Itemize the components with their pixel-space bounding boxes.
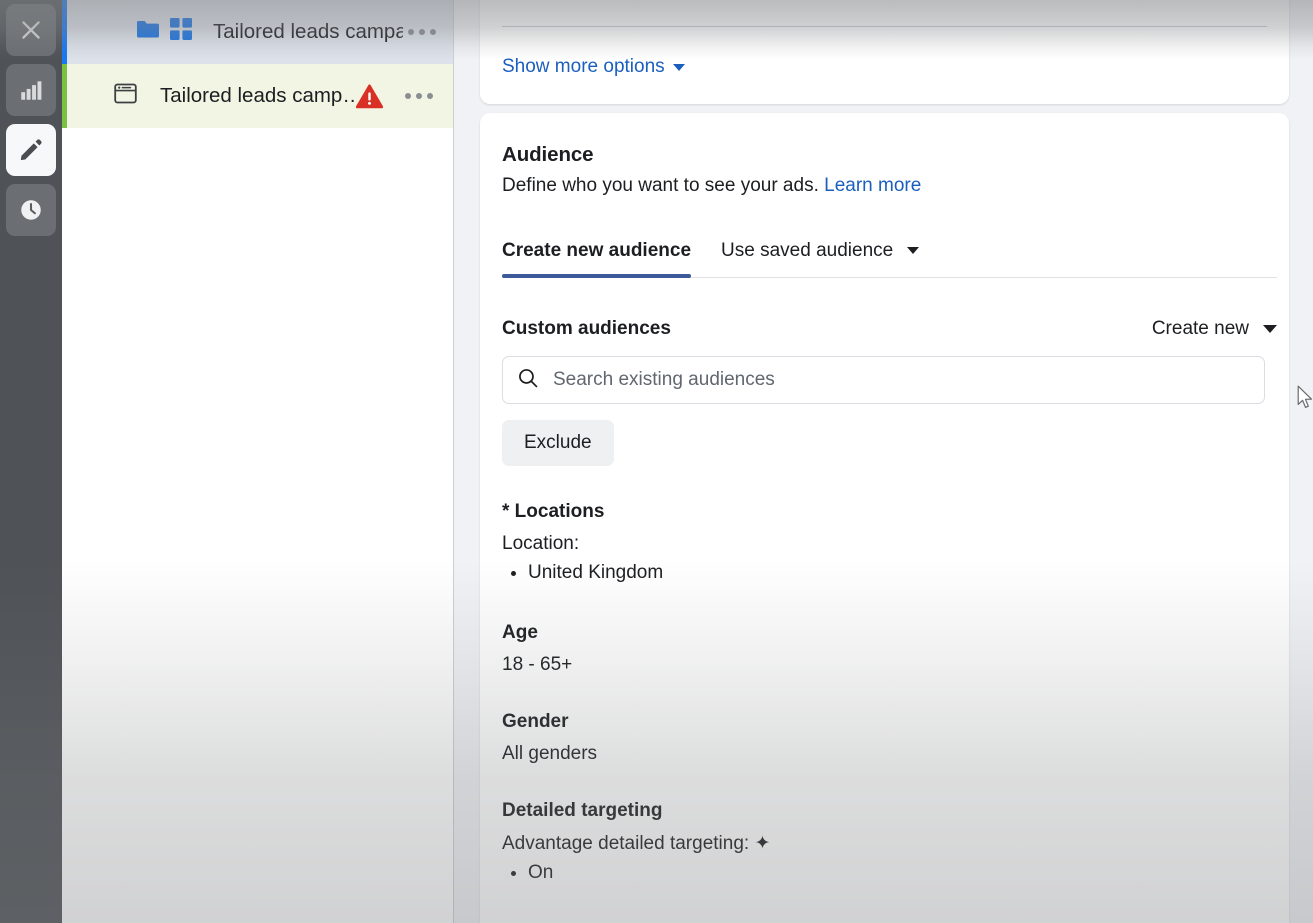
clock-icon [18,197,44,223]
locations-heading: * Locations [502,501,605,522]
grid-icon [170,18,193,46]
left-icon-rail [0,0,62,923]
gender-block: Gender All genders [502,711,1267,765]
detailed-targeting-heading: Detailed targeting [502,799,663,821]
search-audiences-placeholder: Search existing audiences [553,369,775,390]
main-content-scroll[interactable]: Show more options Audience Define who yo… [454,0,1313,923]
locations-block: * Locations Location: United Kingdom [502,501,1267,587]
tree-row-campaign[interactable]: Tailored leads campaig… [62,0,453,64]
create-new-label: Create new [1151,318,1249,339]
search-audiences-input[interactable]: Search existing audiences [502,356,1265,404]
advantage-detailed-targeting-row: Advantage detailed targeting: ✦ [502,832,1267,855]
gender-heading: Gender [502,710,569,732]
previous-section-card: Show more options [480,0,1289,104]
adset-level-stripe [62,64,67,128]
chevron-down-icon [672,63,685,71]
audience-description-text: Define who you want to see your ads. [502,175,819,196]
chevron-down-icon [1263,325,1277,333]
learn-more-link[interactable]: Learn more [824,175,921,196]
tab-create-new-audience-label: Create new audience [502,240,692,261]
bar-chart-icon [18,77,44,103]
audience-tabs: Create new audience Use saved audience [502,240,1277,278]
campaign-row-more-menu[interactable] [403,29,441,35]
reporting-button[interactable] [6,64,56,116]
exclude-button[interactable]: Exclude [502,420,614,466]
chevron-down-icon [907,247,920,255]
tab-use-saved-audience-label: Use saved audience [721,240,894,261]
list-item: On [528,859,1267,887]
locations-label: Location: [502,533,580,554]
gender-value: All genders [502,742,598,764]
tab-use-saved-audience[interactable]: Use saved audience [721,240,920,277]
age-value: 18 - 65+ [502,653,573,675]
custom-audiences-label: Custom audiences [502,318,671,339]
adset-window-icon [113,81,138,111]
close-icon [18,17,44,43]
adset-row-more-menu[interactable] [397,93,441,99]
audience-description: Define who you want to see your ads. Lea… [502,175,1267,197]
card-divider [502,26,1267,27]
list-item: United Kingdom [528,559,1267,587]
pencil-icon [18,137,44,163]
create-new-audience-button[interactable]: Create new [1152,318,1277,340]
ads-manager-screen: Tailored leads campaig… Tailored leads [0,0,1313,923]
audience-card: Audience Define who you want to see your… [480,113,1289,923]
show-more-options-label: Show more options [502,56,665,77]
campaign-level-stripe [62,0,67,64]
tree-row-adset[interactable]: Tailored leads camp… [62,64,453,128]
edit-button[interactable] [6,124,56,176]
tree-row-adset-label: Tailored leads camp… [160,84,356,107]
close-button[interactable] [6,4,56,56]
page-title: Audience [502,143,594,166]
warning-icon[interactable] [355,83,383,109]
locations-list: United Kingdom [502,559,1267,587]
age-block: Age 18 - 65+ [502,622,1267,676]
show-more-options-button[interactable]: Show more options [502,56,685,78]
age-heading: Age [502,621,538,643]
campaign-tree-sidebar: Tailored leads campaig… Tailored leads [62,0,454,923]
detailed-targeting-list: On [502,859,1267,887]
search-icon [517,367,539,394]
detailed-targeting-block: Detailed targeting Advantage detailed ta… [502,800,1267,887]
advantage-detailed-targeting-label: Advantage detailed targeting: [502,832,750,854]
tree-row-campaign-label: Tailored leads campaig… [213,20,404,43]
sparkle-icon: ✦ [754,832,771,854]
tab-create-new-audience[interactable]: Create new audience [502,240,692,278]
custom-audiences-header: Custom audiences Create new [502,318,1277,340]
history-button[interactable] [6,184,56,236]
folder-icon [136,19,160,46]
